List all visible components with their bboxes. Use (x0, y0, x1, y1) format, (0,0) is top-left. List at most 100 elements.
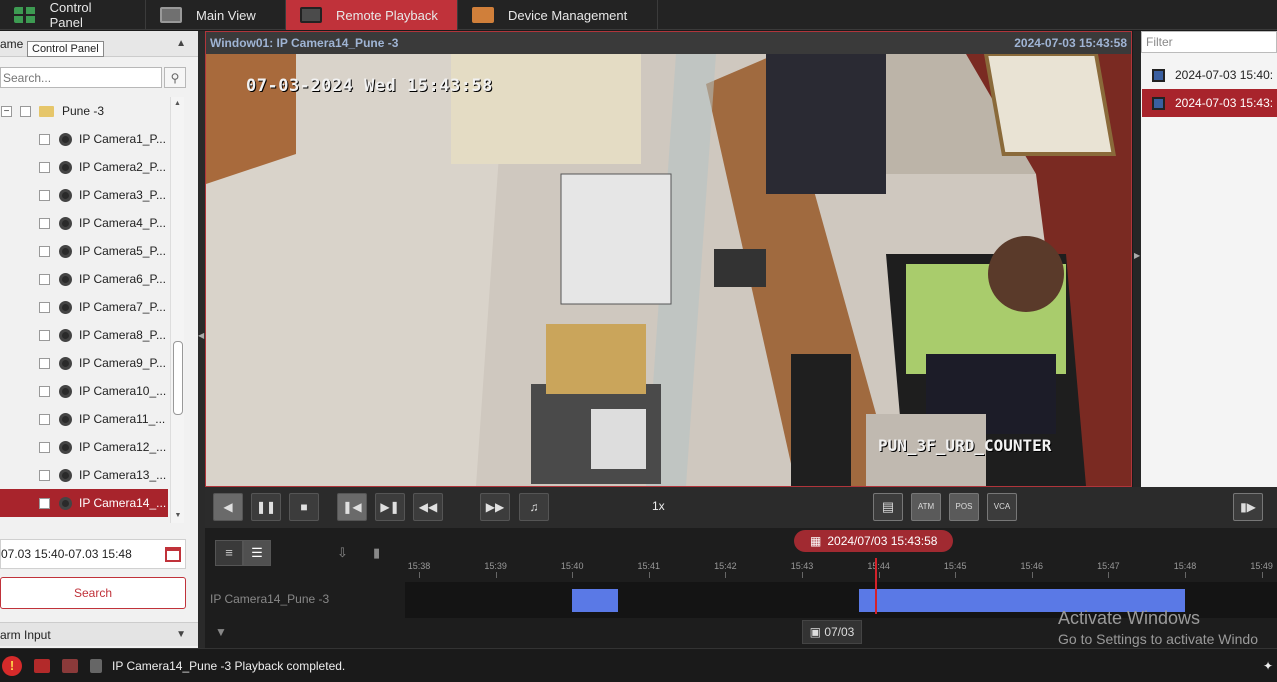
pin-icon[interactable]: ✦ (1263, 659, 1273, 673)
audio-button[interactable]: ♫ (519, 493, 549, 521)
chevron-left-icon: ◀ (198, 331, 205, 340)
calendar-icon[interactable] (165, 546, 181, 562)
camera-row[interactable]: IP Camera7_P... (0, 293, 168, 321)
checkbox[interactable] (39, 273, 50, 285)
chevron-down-icon[interactable]: ▼ (176, 629, 186, 640)
camera-icon (59, 216, 72, 230)
file-row[interactable]: 2024-07-03 15:40: (1142, 61, 1277, 89)
camera-settings-button[interactable]: ▮▶ (1233, 493, 1263, 521)
atm-button[interactable]: ATM (911, 493, 941, 521)
camera-row[interactable]: IP Camera10_... (0, 377, 168, 405)
alarm-input-section[interactable]: arm Input ▼ (0, 622, 198, 646)
camera-feed: 07-03-2024 Wed 15:43:58 PUN_3F_URD_COUNT… (206, 52, 1131, 486)
recording-file-list: 2024-07-03 15:40: 2024-07-03 15:43: (1142, 61, 1277, 117)
camera-icon (59, 188, 72, 202)
frame-forward-button[interactable]: ▶❚ (375, 493, 405, 521)
checkbox[interactable] (39, 413, 50, 425)
pause-button[interactable]: ❚❚ (251, 493, 281, 521)
checkbox[interactable] (20, 105, 31, 117)
vca-button[interactable]: VCA (987, 493, 1017, 521)
camera-row[interactable]: IP Camera14_... (0, 489, 168, 517)
camera-label: IP Camera2_P... (79, 160, 166, 174)
checkbox[interactable] (39, 301, 50, 313)
playhead-cursor[interactable] (875, 558, 877, 614)
camera-row[interactable]: IP Camera4_P... (0, 209, 168, 237)
vca-label: VCA (993, 502, 1011, 511)
file-label: 2024-07-03 15:40: (1175, 68, 1274, 82)
checkbox[interactable] (39, 189, 50, 201)
fast-button[interactable]: ▶▶ (480, 493, 510, 521)
checkbox[interactable] (39, 385, 50, 397)
collapse-icon[interactable]: − (1, 105, 12, 117)
camera-icon (59, 356, 72, 370)
checkbox[interactable] (39, 161, 50, 173)
download-icon[interactable]: ⇩ (337, 545, 348, 561)
camera-row[interactable]: IP Camera12_... (0, 433, 168, 461)
tab-device-management[interactable]: Device Management (458, 0, 658, 30)
camera-row[interactable]: IP Camera2_P... (0, 153, 168, 181)
alarm-icon[interactable] (34, 658, 50, 673)
camera-row[interactable]: IP Camera11_... (0, 405, 168, 433)
filter-input[interactable]: Filter (1141, 31, 1277, 53)
camera-row[interactable]: IP Camera1_P... (0, 125, 168, 153)
camera-row[interactable]: IP Camera3_P... (0, 181, 168, 209)
tab-remote-playback[interactable]: Remote Playback (286, 0, 458, 30)
search-button[interactable]: Search (0, 577, 186, 609)
camera-label: IP Camera5_P... (79, 244, 166, 258)
camera-icon (59, 328, 72, 342)
slow-button[interactable]: ◀◀ (413, 493, 443, 521)
top-tab-bar: Control Panel Main View Remote Playback … (0, 0, 1277, 30)
bookmark-icon[interactable]: ▮ (373, 545, 380, 561)
camera-row[interactable]: IP Camera6_P... (0, 265, 168, 293)
search-icon[interactable]: ⚲ (164, 67, 186, 88)
checkbox[interactable] (39, 497, 50, 509)
camera-row[interactable]: IP Camera9_P... (0, 349, 168, 377)
warning-icon[interactable]: ! (2, 655, 22, 676)
video-window[interactable]: Window01: IP Camera14_Pune -3 2024-07-03… (205, 31, 1132, 487)
capture-list-button[interactable]: ▤ (873, 493, 903, 521)
record-icon[interactable] (62, 658, 78, 673)
checkbox[interactable] (39, 469, 50, 481)
tick-mark (1261, 572, 1263, 578)
timeline-mode-icon[interactable]: ≡ (215, 540, 243, 566)
stop-button[interactable]: ■ (289, 493, 319, 521)
tab-main-view[interactable]: Main View (146, 0, 286, 30)
fast-forward-icon: ▶▶ (485, 500, 505, 514)
tab-control-panel[interactable]: Control Panel (0, 0, 146, 30)
left-collapse-handle[interactable]: ◀ (198, 31, 205, 648)
recording-segment[interactable] (572, 589, 619, 612)
file-row-selected[interactable]: 2024-07-03 15:43: (1142, 89, 1277, 117)
checkbox[interactable] (39, 245, 50, 257)
camera-row[interactable]: IP Camera13_... (0, 461, 168, 489)
scroll-down-icon[interactable]: ▼ (171, 509, 185, 523)
chevron-up-icon[interactable]: ▲ (176, 38, 186, 49)
time-ruler[interactable]: 15:38 15:39 15:40 15:41 15:42 15:43 15:44 15:45… (405, 556, 1277, 578)
day-chip[interactable]: ▣ 07/03 (802, 620, 862, 644)
window-timestamp: 2024-07-03 15:43:58 (1014, 36, 1127, 50)
checkbox[interactable] (39, 217, 50, 229)
camera-row[interactable]: IP Camera8_P... (0, 321, 168, 349)
camera-row[interactable]: IP Camera5_P... (0, 237, 168, 265)
scroll-up-icon[interactable]: ▲ (171, 97, 184, 111)
tree-group-row[interactable]: − Pune -3 (0, 97, 168, 125)
tree-scrollbar[interactable]: ▲ ▼ (170, 97, 184, 523)
speaker-icon[interactable] (90, 658, 102, 673)
reverse-play-button[interactable]: ◀ (213, 493, 243, 521)
scroll-thumb[interactable] (173, 341, 183, 415)
tick-label: 15:45 (943, 561, 967, 571)
checkbox[interactable] (39, 441, 50, 453)
timeline: ≡ ☰ ⇩ ▮ ▦ 2024/07/03 15:43:58 15:38 15:39… (205, 528, 1277, 648)
camera-icon (59, 160, 72, 174)
pos-button[interactable]: POS (949, 493, 979, 521)
time-range-field[interactable]: 07.03 15:40-07.03 15:48 (0, 539, 186, 569)
checkbox[interactable] (39, 133, 50, 145)
checkbox[interactable] (39, 357, 50, 369)
pause-icon: ❚❚ (255, 500, 277, 514)
filter-icon[interactable]: ▼ (215, 625, 227, 639)
right-collapse-handle[interactable]: ▶ (1133, 31, 1141, 487)
camera-label: IP Camera14_... (79, 496, 167, 510)
checkbox[interactable] (39, 329, 50, 341)
search-input[interactable] (0, 67, 162, 88)
frame-back-button[interactable]: ❚◀ (337, 493, 367, 521)
timeline-adjust-icon[interactable]: ☰ (243, 540, 271, 566)
